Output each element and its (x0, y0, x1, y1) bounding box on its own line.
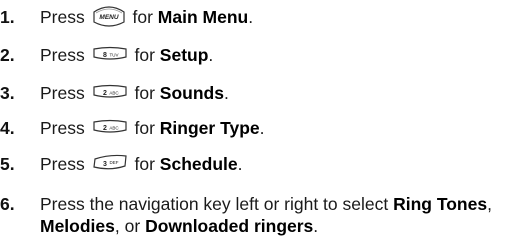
step-suffix: for (132, 7, 153, 27)
step-prefix: Press (40, 154, 85, 174)
step-number: 6. (0, 194, 15, 214)
step-number: 4. (0, 118, 15, 138)
step-prefix: Press (40, 45, 85, 65)
svg-text:TUV: TUV (109, 53, 118, 58)
menu-key-label: MENU (99, 14, 118, 21)
step-suffix: for (134, 45, 155, 65)
step-target: Schedule (159, 154, 238, 174)
key-3-def-icon: 3 DEF (92, 154, 128, 172)
svg-text:2: 2 (103, 90, 107, 97)
step-number: 3. (0, 83, 15, 103)
step-target: Sounds (159, 83, 224, 103)
step-suffix: for (134, 118, 155, 138)
step-prefix: Press (40, 7, 85, 27)
step-suffix: for (134, 154, 155, 174)
key-2-abc-icon: 2 ABC (92, 84, 128, 100)
key-8-tuv-icon: 8 TUV (92, 46, 128, 62)
step-number: 2. (0, 45, 15, 65)
step-prefix: Press (40, 83, 85, 103)
key-2-abc-icon: 2 ABC (92, 119, 128, 135)
step-number: 1. (0, 7, 15, 27)
svg-text:8: 8 (103, 52, 107, 59)
svg-text:ABC: ABC (109, 126, 119, 131)
svg-text:ABC: ABC (109, 91, 119, 96)
step-target: Ringer Type (159, 118, 260, 138)
step-target: Setup (159, 45, 209, 65)
step-suffix: for (134, 83, 155, 103)
svg-text:3: 3 (103, 161, 107, 168)
step-6-text: Press the navigation key left or right t… (40, 194, 492, 236)
menu-key-icon: MENU (92, 4, 126, 28)
step-number: 5. (0, 154, 15, 174)
step-target: Main Menu (157, 7, 249, 27)
step-prefix: Press (40, 118, 85, 138)
svg-text:DEF: DEF (109, 160, 118, 165)
svg-text:2: 2 (103, 125, 107, 132)
